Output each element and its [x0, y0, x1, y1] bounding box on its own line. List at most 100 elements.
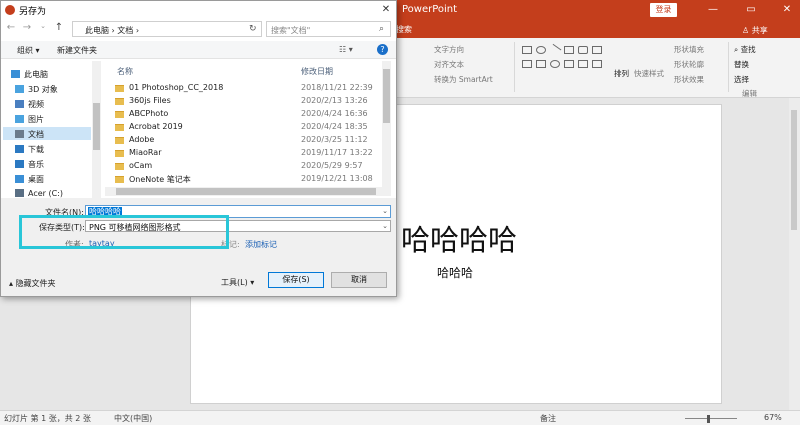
find-button[interactable]: ⌕ 查找 — [734, 44, 756, 55]
column-header-name[interactable]: 名称 — [117, 66, 133, 77]
forward-icon[interactable]: → — [21, 22, 33, 33]
organize-button[interactable]: 组织 ▾ — [17, 45, 40, 56]
shape-brace-icon[interactable] — [536, 60, 546, 68]
save-button[interactable]: 保存(S) — [268, 272, 324, 288]
tab-search[interactable]: 搜索 — [396, 24, 412, 35]
nav-item-documents[interactable]: 文档 — [3, 127, 91, 140]
document-icon — [15, 130, 24, 138]
chevron-down-icon[interactable]: ⌄ — [382, 207, 388, 215]
nav-item-desktop[interactable]: 桌面 — [15, 174, 44, 185]
nav-scroll-thumb[interactable] — [93, 103, 100, 150]
file-date: 2019/11/17 13:22 — [301, 148, 373, 157]
shape-more-icon[interactable] — [592, 60, 602, 68]
file-date: 2020/5/29 9:57 — [301, 161, 363, 170]
ribbon-divider — [728, 42, 729, 92]
tags-value[interactable]: 添加标记 — [245, 239, 277, 250]
text-direction-button[interactable]: 文字方向 — [434, 44, 464, 55]
file-row[interactable]: OneNote 笔记本 2019/12/21 13:08 — [115, 174, 377, 186]
up-icon[interactable]: ↑ — [53, 22, 65, 33]
powerpoint-icon — [5, 5, 15, 15]
nav-item-drive-c[interactable]: Acer (C:) — [15, 189, 63, 198]
select-button[interactable]: 选择 — [734, 74, 749, 85]
shape-circle-icon[interactable] — [550, 60, 560, 68]
search-icon: ⌕ — [379, 24, 385, 34]
replace-button[interactable]: 替换 — [734, 59, 749, 70]
column-header-date[interactable]: 修改日期 — [301, 66, 333, 77]
zoom-slider-knob[interactable] — [707, 415, 710, 423]
arrange-button[interactable]: 排列 — [614, 68, 629, 79]
tools-label: 工具(L) — [221, 278, 248, 287]
folder-icon — [115, 176, 124, 183]
shape-effects-button[interactable]: 形状效果 — [674, 74, 704, 85]
shape-fill-button[interactable]: 形状填充 — [674, 44, 704, 55]
quick-styles-button[interactable]: 快速样式 — [634, 68, 664, 79]
view-options-icon[interactable]: ☷ ▾ — [339, 45, 353, 54]
file-row[interactable]: MiaoRar 2019/11/17 13:22 — [115, 148, 377, 160]
save-as-dialog: 另存为 ✕ ← → ⌄ ↑ 此电脑 › 文档 › ↻ 搜索"文档" ⌕ 组织 ▾… — [0, 0, 397, 297]
file-name: MiaoRar — [129, 148, 162, 157]
refresh-icon[interactable]: ↻ — [249, 24, 257, 34]
language-indicator[interactable]: 中文(中国) — [114, 413, 152, 424]
shape-callout-icon[interactable] — [564, 60, 574, 68]
shape-rounded-icon[interactable] — [578, 46, 588, 54]
smartart-button[interactable]: 转换为 SmartArt — [434, 74, 493, 85]
breadcrumb[interactable]: 此电脑 › 文档 › — [85, 25, 139, 36]
shape-line-icon[interactable] — [548, 43, 562, 57]
shape-arrow-icon[interactable] — [592, 46, 602, 54]
file-row[interactable]: 360js Files 2020/2/13 13:26 — [115, 96, 377, 108]
align-text-button[interactable]: 对齐文本 — [434, 59, 464, 70]
chevron-down-icon[interactable]: ⌄ — [382, 222, 388, 230]
zoom-level[interactable]: 67% — [764, 413, 782, 422]
slide-subtitle[interactable]: 哈哈哈 — [437, 264, 473, 281]
shape-textbox-icon[interactable] — [564, 46, 574, 54]
shape-oval-icon[interactable] — [536, 46, 546, 54]
cancel-button[interactable]: 取消 — [331, 272, 387, 288]
file-name: Adobe — [129, 135, 155, 144]
search-placeholder: 搜索"文档" — [271, 26, 311, 35]
file-row[interactable]: ABCPhoto 2020/4/24 16:36 — [115, 109, 377, 121]
file-row[interactable]: 01 Photoshop_CC_2018 2018/11/21 22:39 — [115, 83, 377, 95]
nav-item-pictures[interactable]: 图片 — [15, 114, 44, 125]
dialog-close-icon[interactable]: ✕ — [377, 2, 395, 18]
nav-item-videos[interactable]: 视频 — [15, 99, 44, 110]
cube-icon — [15, 85, 24, 93]
picture-icon — [15, 115, 24, 123]
file-row[interactable]: Acrobat 2019 2020/4/24 18:35 — [115, 122, 377, 134]
hide-folders-label: 隐藏文件夹 — [15, 279, 56, 288]
editor-scroll-thumb[interactable] — [791, 110, 797, 230]
file-name: OneNote 笔记本 — [129, 175, 191, 184]
shape-triangle-icon[interactable] — [522, 60, 532, 68]
shape-rectangle-icon[interactable] — [522, 46, 532, 54]
zoom-slider[interactable] — [685, 418, 737, 419]
save-form: 文件名(N): 哈哈哈哈 ⌄ 保存类型(T): PNG 可移植网络图形格式 ⌄ … — [1, 198, 396, 296]
close-icon[interactable]: ✕ — [776, 2, 798, 18]
help-icon[interactable]: ? — [377, 44, 388, 55]
new-folder-button[interactable]: 新建文件夹 — [57, 45, 97, 56]
share-button[interactable]: ♙ 共享 — [742, 25, 768, 36]
file-row[interactable]: oCam 2020/5/29 9:57 — [115, 161, 377, 173]
nav-item-music[interactable]: 音乐 — [15, 159, 44, 170]
chevron-down-icon[interactable]: ⌄ — [37, 22, 49, 30]
nav-item-downloads[interactable]: 下载 — [15, 144, 44, 155]
search-input[interactable]: 搜索"文档" ⌕ — [266, 21, 391, 37]
shape-star-icon[interactable] — [578, 60, 588, 68]
address-bar[interactable]: 此电脑 › 文档 › ↻ — [72, 21, 262, 37]
nav-item-this-pc[interactable]: 此电脑 — [11, 69, 48, 80]
maximize-icon[interactable]: ▭ — [740, 2, 762, 18]
shape-outline-button[interactable]: 形状轮廓 — [674, 59, 704, 70]
minimize-icon[interactable]: — — [702, 2, 724, 18]
file-row[interactable]: Adobe 2020/3/25 11:12 — [115, 135, 377, 147]
file-list-scroll-thumb[interactable] — [383, 69, 390, 123]
hide-folders-toggle[interactable]: ▴ 隐藏文件夹 — [9, 278, 56, 289]
folder-icon — [115, 85, 124, 92]
notes-button[interactable]: 备注 — [540, 413, 556, 424]
horizontal-scroll-thumb[interactable] — [116, 188, 376, 195]
file-date: 2019/12/21 13:08 — [301, 174, 373, 183]
slide-title[interactable]: 哈哈哈哈 — [401, 217, 517, 259]
login-button[interactable]: 登录 — [650, 3, 677, 17]
nav-item-3d-objects[interactable]: 3D 对象 — [15, 84, 58, 95]
nav-item-label: 此电脑 — [24, 70, 48, 79]
back-icon[interactable]: ← — [5, 22, 17, 33]
tools-button[interactable]: 工具(L) ▾ — [221, 277, 254, 288]
desktop-icon — [15, 175, 24, 183]
